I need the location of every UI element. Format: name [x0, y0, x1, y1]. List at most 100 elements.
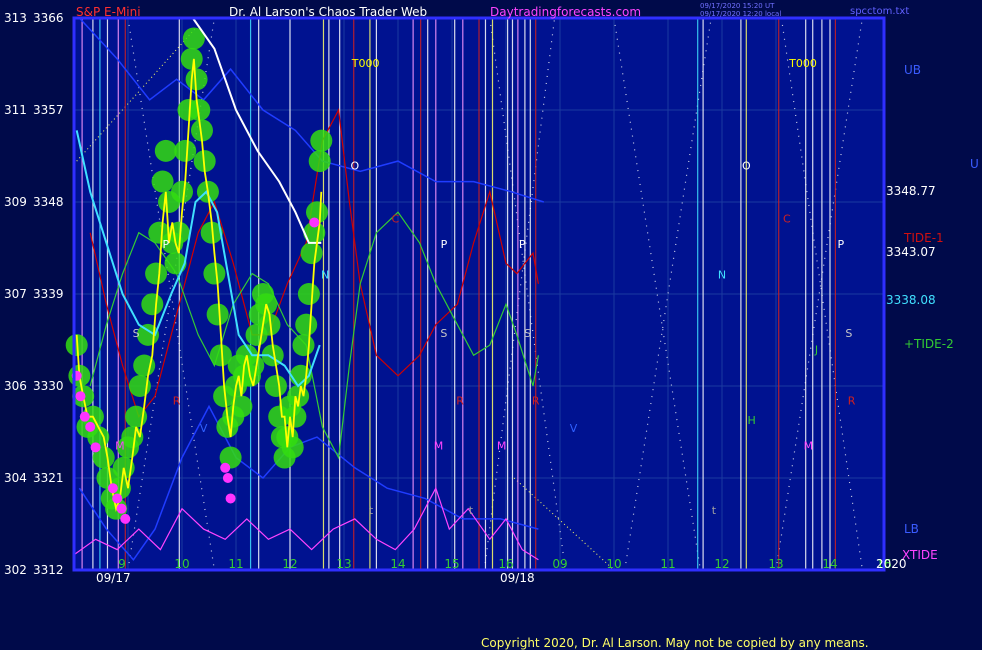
letter-mark-3: M — [115, 439, 125, 452]
x-tick-9: 10 — [606, 557, 621, 571]
x-tick-13: 14 — [822, 557, 837, 571]
x-tick-8: 09 — [552, 557, 567, 571]
magenta-dot-3 — [85, 421, 96, 432]
letter-mark-4: V — [200, 422, 208, 435]
y-outer-tick-1: 311 — [4, 103, 27, 117]
x-tick-6: 15 — [444, 557, 459, 571]
letter-mark-23: C — [783, 212, 791, 225]
letter-mark-8: t — [369, 504, 374, 517]
x-tick-1: 10 — [174, 557, 189, 571]
letter-mark-9: T000 — [351, 57, 380, 70]
chart-title: Dr. Al Larson's Chaos Trader Web — [229, 5, 427, 19]
lb-label: LB — [904, 522, 919, 536]
letter-mark-22: H — [748, 414, 756, 427]
magenta-dot-4 — [90, 442, 101, 453]
letter-mark-5: N — [321, 269, 329, 282]
letter-mark-18: M — [497, 439, 507, 452]
y-inner-tick-2: 3348 — [33, 195, 64, 209]
u-label: U — [970, 157, 979, 171]
y-inner-tick-0: 3366 — [33, 11, 64, 25]
magenta-dot-11 — [225, 493, 236, 504]
date-label-1: 09/17 — [96, 571, 131, 585]
letter-mark-14: t — [469, 504, 474, 517]
x-tick-4: 13 — [336, 557, 351, 571]
letter-mark-17: R — [532, 394, 540, 407]
letter-mark-19: V — [570, 422, 578, 435]
price-cyan-label: 3338.08 — [886, 293, 936, 307]
letter-mark-26: P — [837, 238, 844, 251]
y-inner-tick-5: 3321 — [33, 471, 64, 485]
y-outer-tick-3: 307 — [4, 287, 27, 301]
magenta-dot-5 — [107, 483, 118, 494]
site-label: Daytradingforecasts.com — [490, 5, 641, 19]
x-tick-7: 16 — [498, 557, 513, 571]
letter-mark-27: S — [845, 327, 852, 340]
letter-mark-2: R — [173, 394, 181, 407]
letter-mark-11: S — [440, 327, 447, 340]
y-outer-tick-2: 309 — [4, 195, 27, 209]
green-blob-69 — [295, 313, 318, 336]
magenta-dot-2 — [79, 411, 90, 422]
letter-mark-0: P — [162, 238, 169, 251]
letter-mark-7: C — [391, 212, 399, 225]
y-inner-tick-6: 3312 — [33, 563, 64, 577]
y-outer-tick-4: 306 — [4, 379, 27, 393]
symbol-label: S&P E-Mini — [76, 5, 141, 19]
magenta-dot-9 — [220, 462, 231, 473]
green-blob-22 — [154, 139, 177, 162]
ub-label: UB — [904, 63, 921, 77]
copyright: Copyright 2020, Dr. Al Larson. May not b… — [481, 636, 869, 650]
letter-mark-25: T000 — [788, 57, 817, 70]
xtide-label: XTIDE — [902, 548, 938, 562]
letter-mark-10: P — [441, 238, 448, 251]
green-blob-19 — [145, 262, 168, 285]
x-tick-2: 11 — [228, 557, 243, 571]
green-blob-64 — [281, 436, 304, 459]
letter-mark-21: O — [742, 159, 751, 172]
y-outer-tick-0: 313 — [4, 11, 27, 25]
magenta-dot-12 — [309, 217, 320, 228]
x-tick-10: 11 — [660, 557, 675, 571]
x-tick-0: 9 — [118, 557, 126, 571]
tide2-label: +TIDE-2 — [904, 337, 954, 351]
green-blob-38 — [203, 262, 226, 285]
magenta-dot-6 — [112, 493, 123, 504]
letter-mark-6: O — [350, 159, 359, 172]
green-blob-58 — [264, 375, 287, 397]
letter-mark-1: S — [133, 327, 140, 340]
tide1-label: TIDE-1 — [903, 231, 944, 245]
magenta-dot-7 — [116, 503, 127, 514]
green-blob-75 — [310, 129, 333, 152]
price-white-label: 3348.77 — [886, 184, 936, 198]
green-blob-28 — [174, 139, 197, 162]
green-blob-30 — [180, 47, 203, 70]
letter-mark-24: t — [712, 504, 717, 517]
y-outer-tick-6: 302 — [4, 563, 27, 577]
green-blob-71 — [300, 242, 323, 265]
x-tick-5: 14 — [390, 557, 405, 571]
letter-mark-20: N — [718, 269, 726, 282]
magenta-dot-8 — [120, 513, 131, 524]
filename-label: spcctom.txt — [850, 6, 909, 17]
magenta-dot-1 — [75, 391, 86, 402]
chaos-trader-chart: P S R M V N O Ct T000 P S R Mt P S R M V N O H Ct T000 P S J R M 31… — [0, 0, 982, 650]
magenta-dot-10 — [222, 473, 233, 483]
y-inner-tick-3: 3339 — [33, 287, 64, 301]
date-label-2: 09/18 — [500, 571, 535, 585]
x-tick-12: 13 — [768, 557, 783, 571]
x-tick-11: 12 — [714, 557, 729, 571]
x-tick-3: 12 — [282, 557, 297, 571]
letter-mark-16: S — [524, 327, 531, 340]
y-inner-tick-1: 3357 — [33, 103, 64, 117]
green-blob-68 — [292, 334, 315, 357]
green-blob-39 — [206, 303, 229, 326]
letter-mark-29: R — [848, 394, 856, 407]
y-inner-tick-4: 3330 — [33, 379, 64, 393]
green-blob-18 — [141, 293, 164, 316]
timestamp-ut: 09/17/2020 15:20 UT — [700, 2, 775, 10]
letter-mark-13: M — [434, 439, 444, 452]
green-blob-27 — [171, 180, 193, 203]
green-blob-25 — [164, 252, 187, 275]
green-blob-74 — [308, 150, 331, 173]
letter-mark-15: P — [519, 238, 526, 251]
